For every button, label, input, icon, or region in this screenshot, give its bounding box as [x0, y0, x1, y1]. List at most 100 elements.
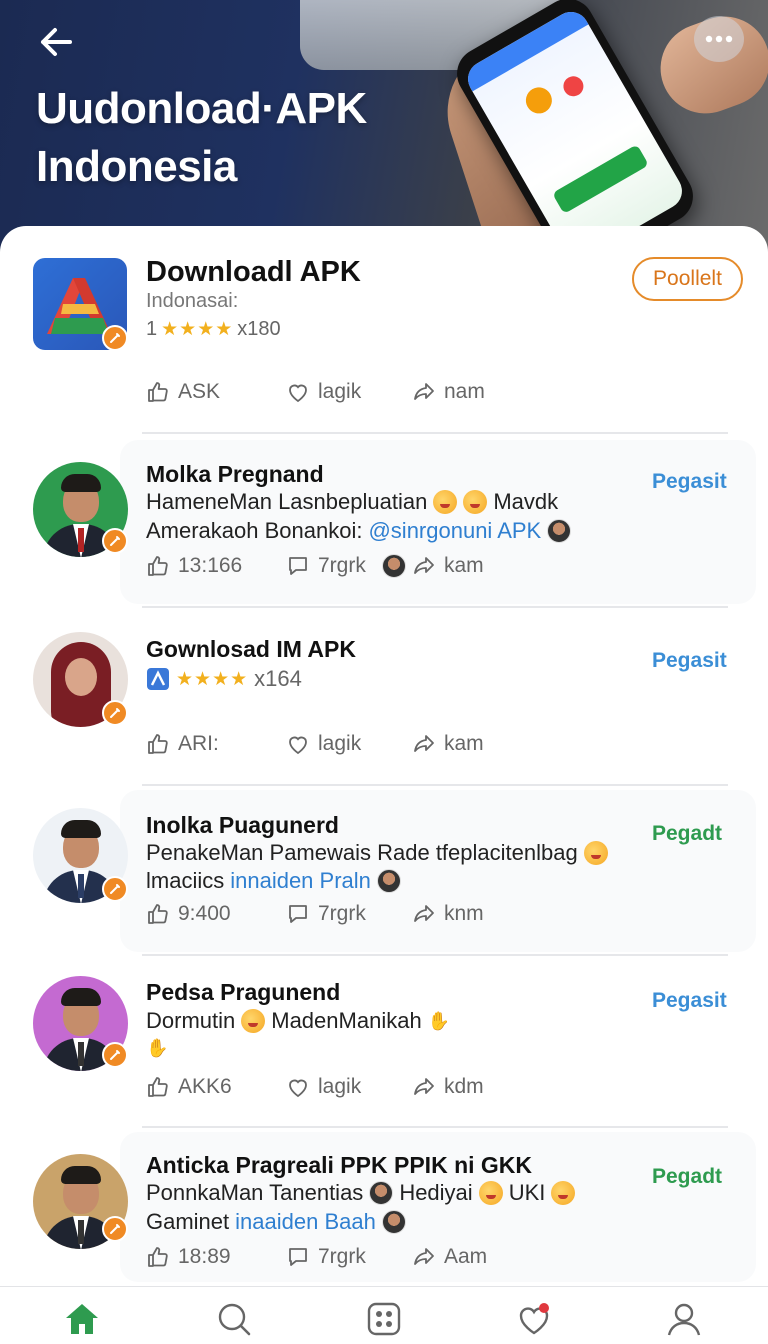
post-title: Pedsa Pragunend — [146, 979, 341, 1005]
comment-action[interactable]: 7rgrk — [286, 554, 366, 578]
like-count: 18:89 — [178, 1245, 231, 1268]
like-action[interactable]: ASK — [146, 380, 220, 404]
heart-action[interactable]: lagik — [286, 380, 361, 404]
post-text-line: Amerakaoh Bonankoi: @sinrgonuni APK — [146, 518, 572, 544]
post-actions: 13:166 7rgrk kam — [146, 552, 726, 580]
divider — [142, 606, 728, 608]
post-text-line: PenakeMan Pamewais Rade tfeplacitenlbag — [146, 840, 608, 866]
nav-search[interactable] — [214, 1299, 254, 1339]
heart-action[interactable]: lagik — [286, 1075, 361, 1099]
verified-badge-icon — [102, 325, 128, 351]
rank-button[interactable]: Pegadt — [652, 822, 722, 846]
comment-action[interactable]: 7rgrk — [286, 1245, 366, 1269]
divider — [142, 432, 728, 434]
star-rating-icon: ★★★★ — [176, 668, 249, 690]
like-action[interactable]: 9:400 — [146, 902, 231, 926]
nav-apps[interactable] — [364, 1299, 404, 1339]
emoji-icon — [433, 490, 458, 514]
verified-badge-icon — [102, 876, 128, 902]
like-count: ARI: — [178, 732, 219, 755]
post-title: Inolka Puagunerd — [146, 812, 339, 838]
share-count: kam — [444, 554, 484, 577]
post-text-line: lmaciics innaiden Praln — [146, 868, 401, 894]
share-action[interactable]: knm — [412, 902, 484, 926]
like-action[interactable]: AKK6 — [146, 1075, 232, 1099]
heart-notification-icon — [519, 1303, 549, 1335]
like-count: AKK6 — [178, 1075, 232, 1098]
share-arrow-icon — [414, 735, 434, 752]
mini-avatar-icon — [376, 869, 401, 893]
mention-link[interactable]: @sinrgonuni APK — [368, 518, 541, 544]
emoji-icon — [478, 1181, 503, 1205]
search-icon — [218, 1303, 251, 1336]
nav-home[interactable] — [62, 1299, 102, 1339]
like-count: 13:166 — [178, 554, 243, 577]
divider — [142, 954, 728, 956]
divider — [142, 784, 728, 786]
app-mini-icon — [147, 668, 169, 690]
thumbs-up-icon — [148, 382, 168, 402]
rank-button[interactable]: Pegadt — [652, 1165, 722, 1189]
more-options-button[interactable] — [694, 16, 744, 62]
follow-button[interactable]: Poollelt — [632, 257, 743, 301]
app-subtitle: Indonasai: — [146, 290, 239, 312]
nav-notifications[interactable] — [514, 1299, 554, 1339]
mention-link[interactable]: inaaiden Baah — [235, 1209, 376, 1235]
verified-badge-icon — [102, 700, 128, 726]
thumbs-up-icon — [148, 556, 168, 576]
share-count: Aam — [444, 1245, 488, 1268]
thumbs-up-icon — [148, 904, 168, 924]
share-action[interactable]: nam — [412, 380, 485, 404]
verified-badge-icon — [102, 528, 128, 554]
post-text: Dormutin — [146, 1008, 236, 1033]
page-title: Uudonload·APK Indonesia — [36, 80, 456, 196]
page-title-line2: Indonesia — [36, 142, 237, 191]
thumbs-up-icon — [148, 1077, 168, 1097]
star-rating-icon: ★★★★ — [161, 319, 234, 340]
post-title: Gownlosad IM APK — [146, 636, 356, 662]
like-action[interactable]: 13:166 — [146, 554, 242, 578]
post-title: Molka Pregnand — [146, 461, 324, 487]
mention-link[interactable]: innaiden Praln — [230, 868, 371, 894]
mini-avatar-icon — [369, 1181, 394, 1205]
share-arrow-icon — [414, 1078, 434, 1095]
rank-button[interactable]: Pegasit — [652, 989, 727, 1013]
post-text: MadenManikah — [271, 1008, 422, 1033]
post-text: Hediyai — [399, 1180, 473, 1205]
app-name: Downloadl APK — [146, 256, 361, 288]
post-actions: ARI: lagik kam — [146, 730, 726, 758]
comment-count: 7rgrk — [318, 554, 366, 577]
share-count: kam — [444, 732, 484, 755]
post-text-line: Dormutin MadenManikah ✋ — [146, 1008, 450, 1034]
share-arrow-icon — [414, 1248, 434, 1265]
verified-badge-icon — [102, 1216, 128, 1242]
rank-button[interactable]: Pegasit — [652, 470, 727, 494]
share-action-label: nam — [444, 380, 485, 403]
featured-actions: ASK lagik nam — [146, 378, 726, 406]
share-count: knm — [444, 902, 484, 925]
like-count: 9:400 — [178, 902, 231, 925]
share-action[interactable]: kam — [412, 554, 484, 578]
like-action[interactable]: ARI: — [146, 732, 219, 756]
heart-action[interactable]: lagik — [286, 732, 361, 756]
nav-profile[interactable] — [664, 1299, 704, 1339]
share-action[interactable]: kdm — [412, 1075, 484, 1099]
back-button[interactable] — [34, 22, 78, 62]
post-text: UKI — [508, 1180, 546, 1205]
share-action[interactable]: Aam — [412, 1245, 487, 1269]
post-text-line: Gaminet inaaiden Baah — [146, 1209, 406, 1235]
like-action[interactable]: 18:89 — [146, 1245, 231, 1269]
comment-action[interactable]: 7rgrk — [286, 902, 366, 926]
post-text: Gaminet — [146, 1209, 230, 1234]
post-text: PonnkaMan Tanentias — [146, 1180, 364, 1205]
rank-button[interactable]: Pegasit — [652, 649, 727, 673]
mini-avatar-icon — [382, 554, 406, 578]
bottom-navigation — [0, 1286, 768, 1344]
share-action[interactable]: kam — [412, 732, 484, 756]
post-title: Anticka Pragreali PPK PPIK ni GKK — [146, 1152, 533, 1178]
divider — [142, 1126, 728, 1128]
comment-icon — [289, 905, 307, 923]
comment-count: 7rgrk — [318, 902, 366, 925]
post-text: Amerakaoh Bonankoi: — [146, 518, 363, 543]
post-text: Mavdk — [493, 489, 559, 514]
